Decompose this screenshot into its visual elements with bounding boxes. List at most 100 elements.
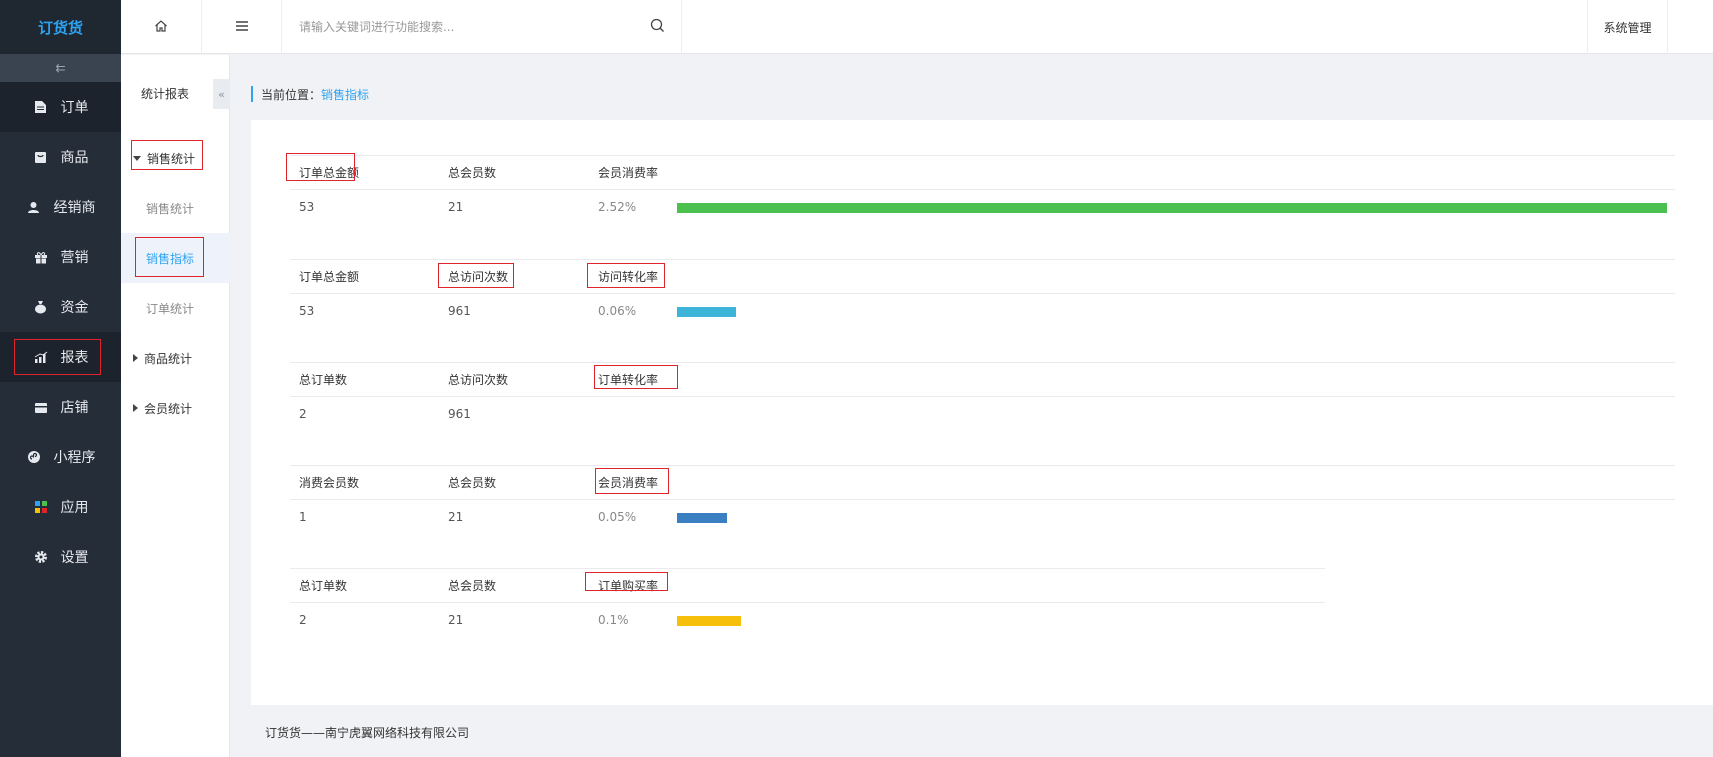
metric-block-order-purchase-rate: 总订单数 总会员数 订单购买率 2 21 0.1% [290, 568, 1325, 636]
store-icon [33, 401, 49, 414]
sidebar-item-settings[interactable]: 设置 [0, 532, 121, 582]
metric-value-2: 21 [448, 509, 464, 524]
home-button[interactable] [121, 0, 202, 54]
sidebar-item-label: 资金 [60, 300, 89, 316]
subnav-group-label: 商品统计 [144, 351, 193, 366]
sidebar-item-reports[interactable]: 报表 [0, 332, 121, 382]
goods-icon [33, 151, 49, 164]
metric-header-3: 订单转化率 [598, 373, 659, 387]
metric-value-row: 53 961 0.06% [290, 293, 1675, 327]
top-bar: 系统管理 [121, 0, 1713, 54]
metric-header-2: 总访问次数 [448, 373, 509, 387]
subnav-group-label: 销售统计 [147, 151, 196, 166]
subnav-title: 统计报表 [141, 87, 190, 101]
metric-value-2: 961 [448, 406, 471, 421]
metric-value-1: 2 [299, 612, 307, 627]
mini-program-icon [26, 450, 42, 464]
sidebar-item-label: 店铺 [60, 400, 89, 416]
sidebar-item-marketing[interactable]: 营销 [0, 232, 121, 282]
metric-value-2: 961 [448, 303, 471, 318]
app-logo[interactable]: 订货货 [0, 0, 121, 54]
sidebar-item-goods[interactable]: 商品 [0, 132, 121, 182]
search-input[interactable] [299, 20, 639, 34]
metric-block-order-conversion: 总订单数 总访问次数 订单转化率 2 961 [290, 362, 1675, 430]
caret-right-icon [133, 404, 138, 412]
main-sidebar: 订货货 ⇇ 订单 商品 经销商 营销 资金 报表 店铺 小程序 应用 设置 [0, 0, 121, 757]
metric-value-3: 0.05% [598, 509, 637, 524]
metric-header-1: 总订单数 [299, 579, 348, 593]
sidebar-collapse-button[interactable]: ⇇ [0, 54, 121, 82]
metric-progress-bar [677, 307, 736, 317]
metric-value-row: 2 961 [290, 396, 1675, 430]
subnav-group-member-stats[interactable]: 会员统计 [121, 383, 230, 433]
metric-value-3: 0.06% [598, 303, 637, 318]
metric-progress-bar [677, 203, 1667, 213]
metric-header-row: 订单总金额 总会员数 会员消费率 [290, 155, 1675, 189]
metric-value-3: 2.52% [598, 199, 637, 214]
sidebar-item-dealers[interactable]: 经销商 [0, 182, 121, 232]
gift-icon [33, 251, 49, 264]
apps-icon [33, 500, 49, 514]
metric-header-3: 会员消费率 [598, 476, 659, 490]
breadcrumb-current[interactable]: 销售指标 [321, 86, 369, 103]
metric-header-row: 消费会员数 总会员数 会员消费率 [290, 465, 1675, 499]
metric-header-1: 消费会员数 [299, 476, 360, 490]
metric-block-consuming-members: 消费会员数 总会员数 会员消费率 1 21 0.05% [290, 465, 1675, 533]
document-icon [33, 100, 49, 114]
metric-value-1: 1 [299, 509, 307, 524]
metric-header-2: 总会员数 [448, 476, 497, 490]
metric-progress-bar [677, 513, 727, 523]
search-icon[interactable] [650, 18, 665, 36]
footer-copyright: 订货货——南宁虎翼网络科技有限公司 [265, 726, 470, 740]
sidebar-item-label: 小程序 [53, 450, 96, 466]
gear-icon [33, 550, 49, 564]
home-icon [154, 19, 168, 36]
metric-value-3: 0.1% [598, 612, 629, 627]
metric-header-3: 会员消费率 [598, 166, 659, 180]
sidebar-item-label: 经销商 [53, 200, 96, 216]
sidebar-item-label: 应用 [60, 500, 89, 516]
subnav-group-sales-stats[interactable]: 销售统计 [121, 133, 230, 183]
sidebar-item-store[interactable]: 店铺 [0, 382, 121, 432]
breadcrumb: 当前位置： 销售指标 [251, 86, 369, 102]
metric-header-3: 访问转化率 [598, 270, 659, 284]
metric-block-member-consumption: 订单总金额 总会员数 会员消费率 53 21 2.52% [290, 155, 1675, 223]
metric-header-2: 总会员数 [448, 579, 497, 593]
subnav-group-label: 会员统计 [144, 401, 193, 416]
system-management-button[interactable]: 系统管理 [1587, 0, 1668, 54]
sidebar-item-apps[interactable]: 应用 [0, 482, 121, 532]
sidebar-item-label: 设置 [60, 550, 89, 566]
metric-header-row: 总订单数 总会员数 订单购买率 [290, 568, 1325, 602]
metric-header-1: 总订单数 [299, 373, 348, 387]
sidebar-item-orders[interactable]: 订单 [0, 82, 121, 132]
subnav-item-sales-indicators[interactable]: 销售指标 [121, 233, 230, 283]
metric-progress-bar [677, 616, 741, 626]
report-subnav: 统计报表 « 销售统计 销售统计 销售指标 订单统计 商品统计 会员统计 [121, 55, 230, 757]
search-box [282, 0, 682, 54]
menu-toggle-button[interactable] [202, 0, 282, 54]
metric-value-1: 2 [299, 406, 307, 421]
metric-header-1: 订单总金额 [299, 270, 360, 284]
breadcrumb-prefix: 当前位置： [261, 87, 322, 102]
sidebar-item-label: 营销 [60, 250, 89, 266]
metric-value-1: 53 [299, 199, 315, 214]
subnav-item-sales-stats[interactable]: 销售统计 [121, 183, 230, 233]
collapse-menu-icon: ⇇ [55, 61, 66, 75]
money-bag-icon [33, 300, 49, 314]
sidebar-item-mini-program[interactable]: 小程序 [0, 432, 121, 482]
metric-header-row: 订单总金额 总访问次数 访问转化率 [290, 259, 1675, 293]
metric-header-3: 订单购买率 [598, 579, 659, 593]
user-icon [26, 201, 42, 214]
sidebar-item-label: 订单 [60, 100, 89, 116]
metric-header-2: 总访问次数 [448, 270, 509, 284]
subnav-group-goods-stats[interactable]: 商品统计 [121, 333, 230, 383]
metric-value-row: 1 21 0.05% [290, 499, 1675, 533]
metric-block-visit-conversion: 订单总金额 总访问次数 访问转化率 53 961 0.06% [290, 259, 1675, 327]
metric-value-2: 21 [448, 199, 464, 214]
sidebar-item-label: 商品 [60, 150, 89, 166]
metric-value-row: 53 21 2.52% [290, 189, 1675, 223]
subnav-collapse-button[interactable]: « [213, 79, 230, 109]
caret-right-icon [133, 354, 138, 362]
subnav-item-order-stats[interactable]: 订单统计 [121, 283, 230, 333]
sidebar-item-funds[interactable]: 资金 [0, 282, 121, 332]
